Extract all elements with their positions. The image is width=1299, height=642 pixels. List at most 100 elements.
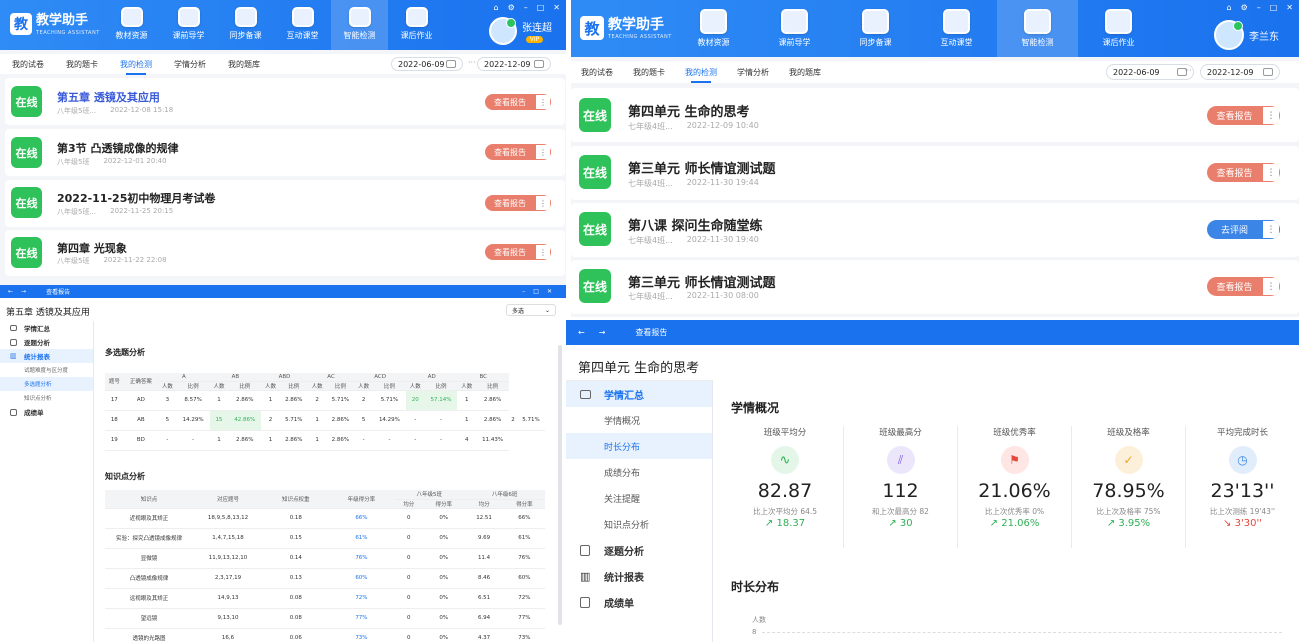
doc-icon	[10, 338, 17, 346]
test-title[interactable]: 第八课 探问生命随堂练	[628, 215, 763, 234]
tab-my-papers[interactable]: 我的试卷	[581, 67, 613, 78]
view-report-button[interactable]: 查看报告 ⋮	[485, 195, 551, 211]
tab-analysis[interactable]: 学情分析	[737, 67, 769, 78]
test-card[interactable]: 在线 第3节 凸透镜成像的规律 八年级5班 2022-12-01 20:40 查看…	[5, 129, 565, 176]
tab-question-bank[interactable]: 我的题库	[789, 67, 821, 78]
nav-item[interactable]: 互动课堂	[274, 0, 331, 50]
logo-icon: 教	[580, 16, 604, 40]
back-icon[interactable]: ←	[578, 328, 585, 337]
sidebar-subitem-active[interactable]: 多选题分析	[0, 377, 93, 391]
start-date-picker[interactable]: 2022-06-09	[391, 57, 463, 71]
nav-item[interactable]: 互动课堂	[916, 0, 997, 57]
nav-item[interactable]: 课后作业	[1078, 0, 1159, 57]
back-icon[interactable]: ←	[8, 288, 13, 295]
test-title[interactable]: 第3节 凸透镜成像的规律	[57, 140, 178, 156]
nav-item[interactable]: 课前导学	[754, 0, 835, 57]
user-profile[interactable]: 李兰东	[1214, 20, 1279, 50]
test-card[interactable]: 在线 第四单元 生命的思考 七年级4班... 2022-12-09 10:40 查…	[571, 88, 1299, 142]
review-button[interactable]: 去评阅 ⋮	[1207, 220, 1280, 239]
test-card[interactable]: 在线 2022-11-25初中物理月考试卷 八年级5班... 2022-11-25…	[5, 180, 565, 227]
stat-value: 112	[882, 480, 919, 502]
forward-icon[interactable]: →	[599, 328, 606, 337]
tab-my-cards[interactable]: 我的题卡	[633, 67, 665, 78]
end-date-picker[interactable]: 2022-12-09	[477, 57, 551, 71]
view-report-button[interactable]: 查看报告 ⋮	[485, 94, 551, 110]
test-title[interactable]: 第三单元 师长情谊测试题	[628, 272, 776, 291]
home-icon[interactable]: ⌂	[1226, 3, 1231, 12]
settings-icon[interactable]: ⚙	[1241, 3, 1248, 12]
window-controls[interactable]: –□✕	[522, 288, 560, 295]
start-date-picker[interactable]: 2022-06-09	[1106, 64, 1194, 80]
tab-analysis[interactable]: 学情分析	[174, 59, 206, 70]
view-report-button[interactable]: 查看报告 ⋮	[1207, 106, 1280, 125]
nav-item[interactable]: 课后作业	[388, 0, 445, 50]
sidebar-item-active[interactable]: 学情汇总	[566, 381, 712, 407]
test-card[interactable]: 在线 第三单元 师长情谊测试题 七年级4班... 2022-11-30 19:44…	[571, 146, 1299, 200]
test-card[interactable]: 在线 第三单元 师长情谊测试题 七年级4班... 2022-11-30 08:00…	[571, 260, 1299, 314]
test-title[interactable]: 第四章 光现象	[57, 240, 127, 256]
sidebar-subitem[interactable]: 知识点分析	[0, 391, 93, 405]
test-title[interactable]: 第四单元 生命的思考	[628, 101, 750, 120]
end-date-picker[interactable]: 2022-12-09	[1200, 64, 1280, 80]
tab-my-tests[interactable]: 我的检测	[685, 67, 717, 83]
teacher-app-window-1: 教 教学助手 TEACHING ASSISTANT 教材资源 课前导学 同步备课 …	[0, 0, 566, 285]
mode-select[interactable]: 多选 ⌄	[506, 304, 556, 316]
tab-question-bank[interactable]: 我的题库	[228, 59, 260, 70]
sidebar-item[interactable]: ▥ 统计报表	[566, 563, 712, 589]
view-report-button[interactable]: 查看报告 ⋮	[485, 244, 551, 260]
nav-item[interactable]: 课前导学	[160, 0, 217, 50]
minimize-icon[interactable]: –	[524, 3, 528, 12]
more-icon[interactable]: ⋮	[1262, 106, 1280, 125]
more-icon[interactable]: ⋮	[535, 144, 551, 160]
tab-my-cards[interactable]: 我的题卡	[66, 59, 98, 70]
nav-item-active[interactable]: 智能检测	[997, 0, 1078, 57]
nav-item-active[interactable]: 智能检测	[331, 0, 388, 50]
tab-my-tests[interactable]: 我的检测	[120, 59, 152, 75]
view-report-button[interactable]: 查看报告 ⋮	[485, 144, 551, 160]
minimize-icon[interactable]: –	[1257, 3, 1261, 12]
nav-item[interactable]: 同步备课	[835, 0, 916, 57]
nav-item[interactable]: 教材资源	[673, 0, 754, 57]
user-profile[interactable]: 张连超 VIP	[489, 17, 552, 45]
sidebar-subitem[interactable]: 学情概况	[566, 407, 712, 433]
nav-item[interactable]: 同步备课	[217, 0, 274, 50]
view-report-button[interactable]: 查看报告 ⋮	[1207, 277, 1280, 296]
test-card[interactable]: 在线 第五章 透镜及其应用 八年级5班... 2022-12-08 15:18 查…	[5, 78, 565, 125]
sidebar-item[interactable]: 逐题分析	[566, 537, 712, 563]
more-icon[interactable]: ⋮	[1262, 277, 1280, 296]
test-title[interactable]: 第三单元 师长情谊测试题	[628, 158, 776, 177]
more-icon[interactable]: ⋮	[1262, 220, 1280, 239]
close-icon[interactable]: ✕	[553, 3, 560, 12]
guide-icon	[781, 9, 808, 34]
sidebar-item[interactable]: 成绩单	[0, 405, 93, 419]
sidebar-item-active[interactable]: ▥ 统计报表	[0, 349, 93, 363]
maximize-icon[interactable]: □	[1270, 3, 1278, 12]
test-card[interactable]: 在线 第八课 探问生命随堂练 七年级4班... 2022-11-30 19:40 …	[571, 203, 1299, 257]
monitor-icon	[10, 325, 17, 331]
more-icon[interactable]: ⋮	[535, 195, 551, 211]
sidebar-item[interactable]: 逐题分析	[0, 335, 93, 349]
forward-icon[interactable]: →	[21, 288, 26, 295]
test-card[interactable]: 在线 第四章 光现象 八年级5班 2022-11-22 22:08 查看报告 ⋮	[5, 230, 565, 276]
more-icon[interactable]: ⋮	[1262, 163, 1280, 182]
close-icon[interactable]: ✕	[1286, 3, 1293, 12]
sidebar-subitem[interactable]: 知识点分析	[566, 511, 712, 537]
tab-my-papers[interactable]: 我的试卷	[12, 59, 44, 70]
scrollbar[interactable]	[558, 345, 562, 625]
view-report-button[interactable]: 查看报告 ⋮	[1207, 163, 1280, 182]
test-title[interactable]: 第五章 透镜及其应用	[57, 89, 160, 105]
more-icon[interactable]: ⋮	[535, 244, 551, 260]
sidebar-item[interactable]: 成绩单	[566, 589, 712, 615]
settings-icon[interactable]: ⚙	[508, 3, 515, 12]
maximize-icon[interactable]: □	[537, 3, 545, 12]
sidebar-subitem[interactable]: 成绩分布	[566, 459, 712, 485]
sidebar-subitem[interactable]: 关注提醒	[566, 485, 712, 511]
nav-item[interactable]: 教材资源	[103, 0, 160, 50]
sidebar-item[interactable]: 学情汇总	[0, 321, 93, 335]
guide-icon	[177, 7, 200, 27]
sidebar-subitem-active[interactable]: 时长分布	[566, 433, 712, 459]
test-title[interactable]: 2022-11-25初中物理月考试卷	[57, 190, 215, 206]
home-icon[interactable]: ⌂	[493, 3, 498, 12]
more-icon[interactable]: ⋮	[535, 94, 551, 110]
sidebar-subitem[interactable]: 试题难度与区分度	[0, 363, 93, 377]
